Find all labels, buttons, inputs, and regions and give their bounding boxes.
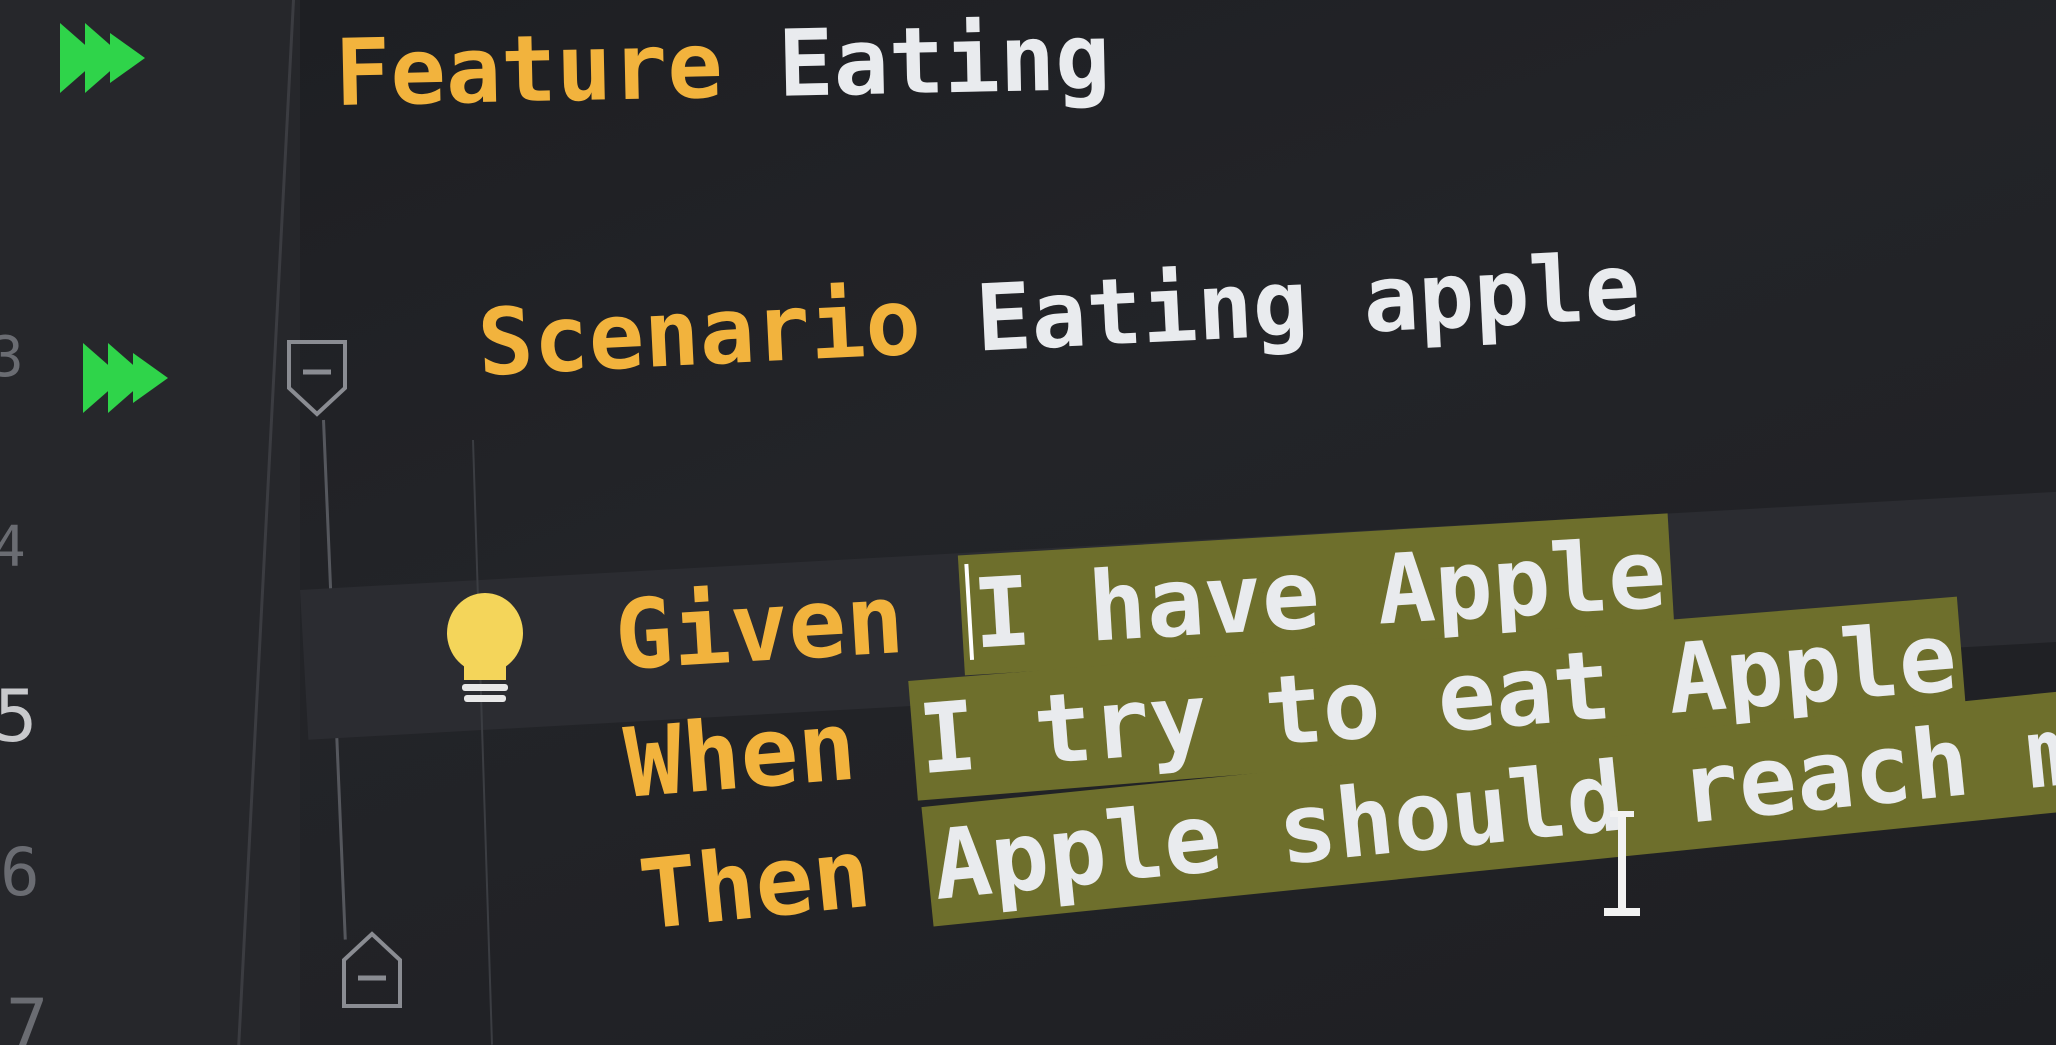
scenario-title: Eating apple <box>973 233 1643 373</box>
when-keyword: When <box>620 689 860 820</box>
line-number: 6 <box>0 834 40 911</box>
line-number-current: 5 <box>0 674 38 758</box>
editor-gutter <box>0 0 300 1045</box>
line-number: 3 <box>0 325 24 390</box>
fold-collapse-icon[interactable] <box>285 338 349 418</box>
editor-screen: 3 4 5 6 7 Feature Eating Scenario Eating… <box>0 0 2056 1045</box>
feature-keyword: Feature <box>333 11 724 127</box>
line-number: 7 <box>6 984 49 1045</box>
indent-guide <box>472 439 494 1045</box>
then-keyword: Then <box>634 816 876 952</box>
scenario-keyword: Scenario <box>475 268 924 397</box>
line-number: 4 <box>0 515 26 580</box>
run-all-icon[interactable] <box>55 18 155 98</box>
given-keyword: Given <box>611 562 907 692</box>
fold-end-icon[interactable] <box>340 930 404 1010</box>
run-all-icon[interactable] <box>78 338 178 418</box>
text-cursor-icon <box>1604 811 1640 916</box>
feature-title: Eating <box>776 3 1112 118</box>
scenario-line[interactable]: Scenario Eating apple <box>475 233 1642 397</box>
feature-line[interactable]: Feature Eating <box>334 4 1112 127</box>
lightbulb-icon[interactable] <box>440 588 530 708</box>
